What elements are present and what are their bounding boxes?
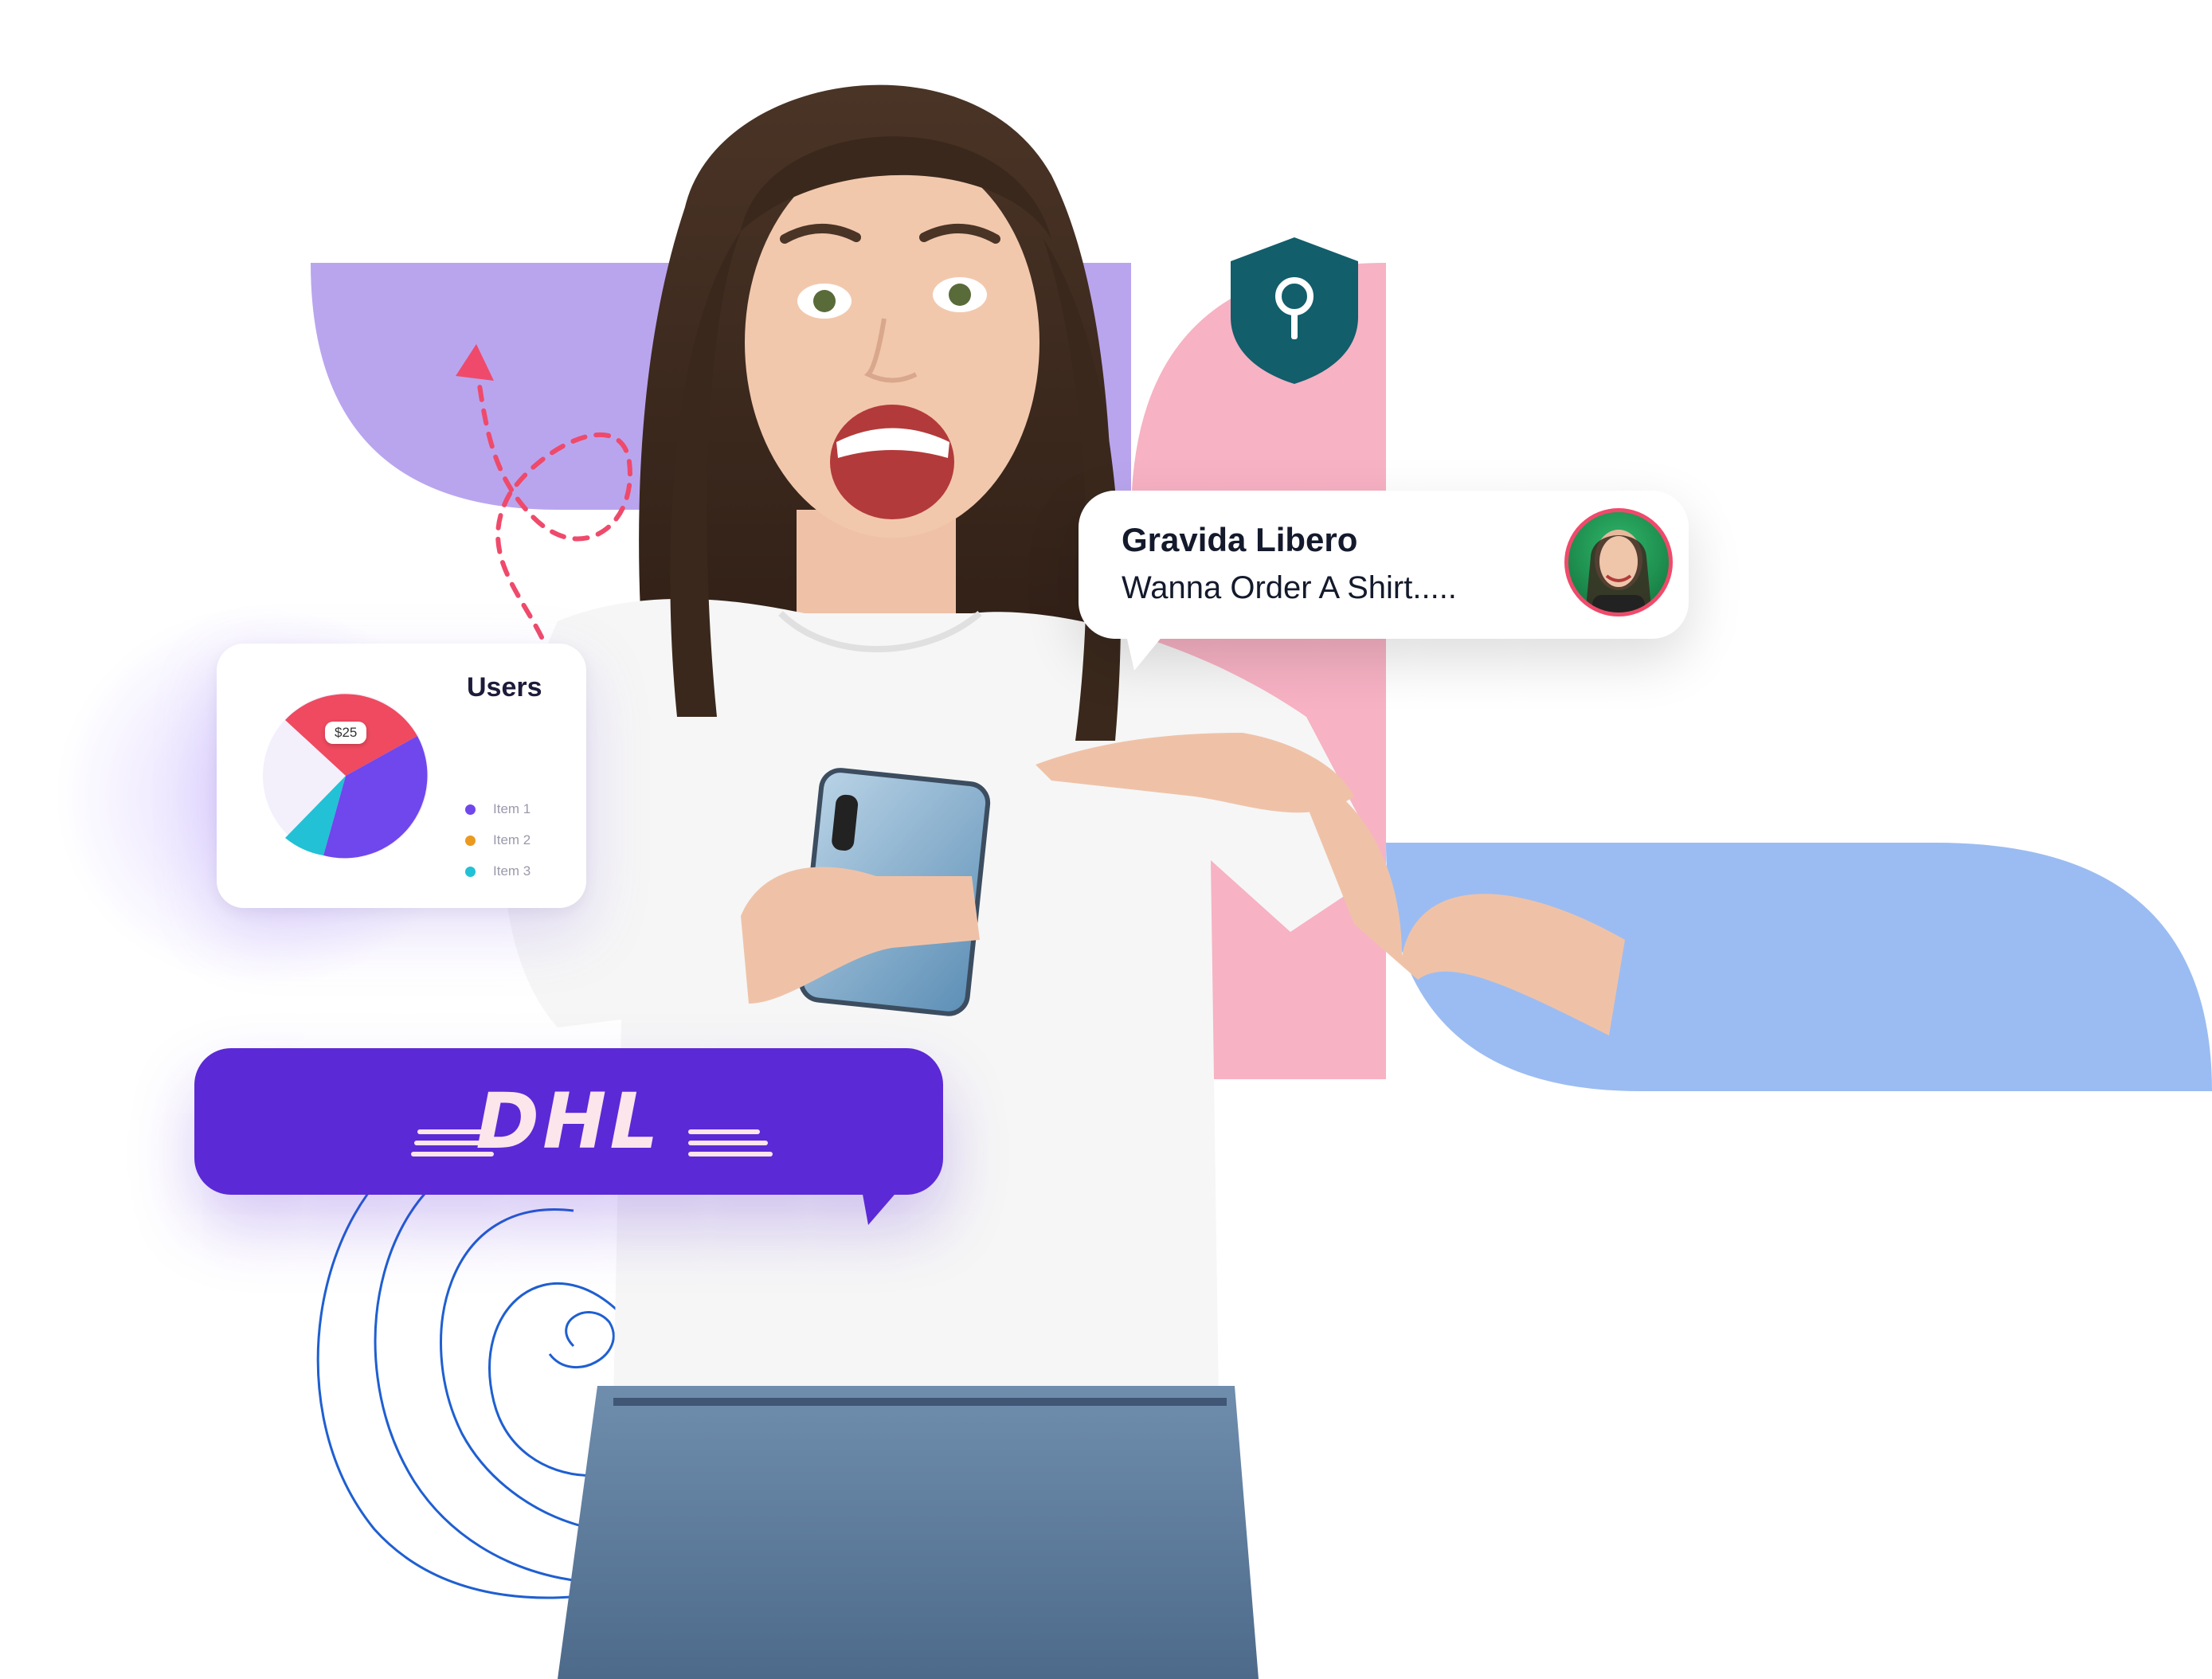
legend-dot — [465, 804, 476, 815]
dhl-banner: DHL — [194, 1048, 943, 1225]
legend-label: Item 3 — [493, 863, 531, 879]
bubble-tail — [1126, 636, 1163, 671]
users-title: Users — [467, 672, 542, 703]
legend-label: Item 2 — [493, 832, 531, 847]
avatar-portrait — [1586, 530, 1651, 613]
legend-item-2: Item 2 — [465, 832, 530, 848]
message-sender: Gravida Libero — [1122, 521, 1358, 558]
users-pie-chart — [263, 693, 429, 859]
price-tag: $25 — [325, 722, 367, 744]
legend-dot — [465, 866, 476, 877]
users-card: $25 Users Item 1 Item 2 Item 3 — [217, 644, 586, 908]
legend-label: Item 1 — [493, 801, 531, 816]
dhl-logo: DHL — [476, 1077, 662, 1166]
message-bubble: Gravida Libero Wanna Order A Shirt..... — [1079, 491, 1689, 671]
avatar — [1564, 508, 1673, 616]
legend-dot — [465, 835, 476, 846]
legend-item-1: Item 1 — [465, 801, 530, 817]
hero-scene: $25 Users Item 1 Item 2 Item 3 Gravida L… — [0, 0, 2212, 1679]
legend-item-3: Item 3 — [465, 863, 530, 879]
banner-tail — [862, 1190, 899, 1225]
message-text: Wanna Order A Shirt..... — [1122, 570, 1457, 605]
